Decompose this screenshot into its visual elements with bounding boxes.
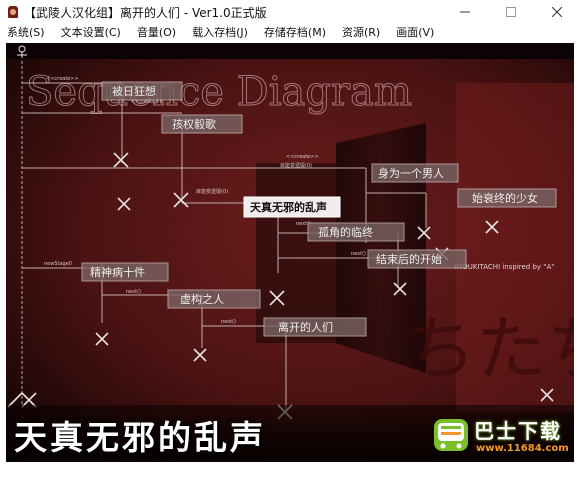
message-label: next(): [221, 319, 236, 325]
menu-display[interactable]: 画面(V): [388, 24, 442, 42]
diagram-box-label: 结束后的开始: [376, 252, 442, 266]
watermark-logo-icon: [434, 419, 468, 451]
menu-load-save[interactable]: 载入存档(J): [184, 24, 256, 42]
menu-system[interactable]: 系统(S): [0, 24, 53, 42]
watermark-name: 巴士下载: [474, 419, 562, 443]
message-label: newStage0: [44, 261, 72, 267]
scene-art: Sequence Diagram KYOUKITACHI inspired by…: [6, 43, 574, 462]
message-label: <<create>>: [286, 154, 319, 160]
game-screen[interactable]: Sequence Diagram KYOUKITACHI inspired by…: [6, 43, 574, 462]
diagram-box-label: 精神病十件: [90, 265, 145, 279]
message-label: 目能变遗毁(0): [196, 188, 228, 195]
menu-save-game[interactable]: 存储存档(M): [256, 24, 334, 42]
big-kana-art: ちたち: [406, 308, 574, 390]
diagram-box-label: 始衰终的少女: [472, 191, 538, 205]
diagram-box-label: 虚构之人: [180, 292, 224, 306]
diagram-box-label: 被日狂想: [112, 84, 156, 98]
side-art-text: KYOUKITACHI inspired by "A": [454, 263, 555, 271]
maximize-button[interactable]: [488, 0, 534, 24]
message-label: next(): [126, 289, 141, 295]
diagram-box-label: 孩权毅歌: [172, 117, 216, 131]
window-title: 【武陵人汉化组】离开的人们 - Ver1.0正式版: [24, 5, 267, 20]
title-art-text: Sequence Diagram: [26, 69, 412, 115]
diagram-box-label: 离开的人们: [278, 320, 333, 334]
title-bar: 【武陵人汉化组】离开的人们 - Ver1.0正式版: [0, 0, 580, 24]
watermark: 巴士下载 www.11684.com: [426, 413, 572, 459]
minimize-icon: [460, 11, 470, 13]
menu-volume[interactable]: 音量(O): [129, 24, 184, 42]
app-icon[interactable]: [6, 5, 20, 19]
scene-subtitle: 天真无邪的乱声: [14, 418, 266, 457]
message-label: next(): [351, 251, 366, 257]
watermark-url: www.11684.com: [476, 443, 569, 454]
close-button[interactable]: [534, 0, 580, 24]
diagram-box-label: 身为一个男人: [378, 166, 444, 180]
window-bottom-border: [0, 463, 580, 477]
close-icon: [552, 7, 562, 17]
message-label: 目能变遗毁(0): [280, 162, 312, 169]
maximize-icon: [506, 7, 516, 17]
minimize-button[interactable]: [442, 0, 488, 24]
menu-text-settings[interactable]: 文本设置(C): [53, 24, 129, 42]
message-label: <<create>>: [46, 76, 79, 82]
diagram-box-label: 孤角的临终: [318, 225, 373, 239]
diagram-box-label-active: 天真无邪的乱声: [250, 200, 327, 214]
menu-bar: 系统(S) 文本设置(C) 音量(O) 载入存档(J) 存储存档(M) 资源(R…: [0, 24, 580, 42]
menu-resources[interactable]: 资源(R): [334, 24, 388, 42]
